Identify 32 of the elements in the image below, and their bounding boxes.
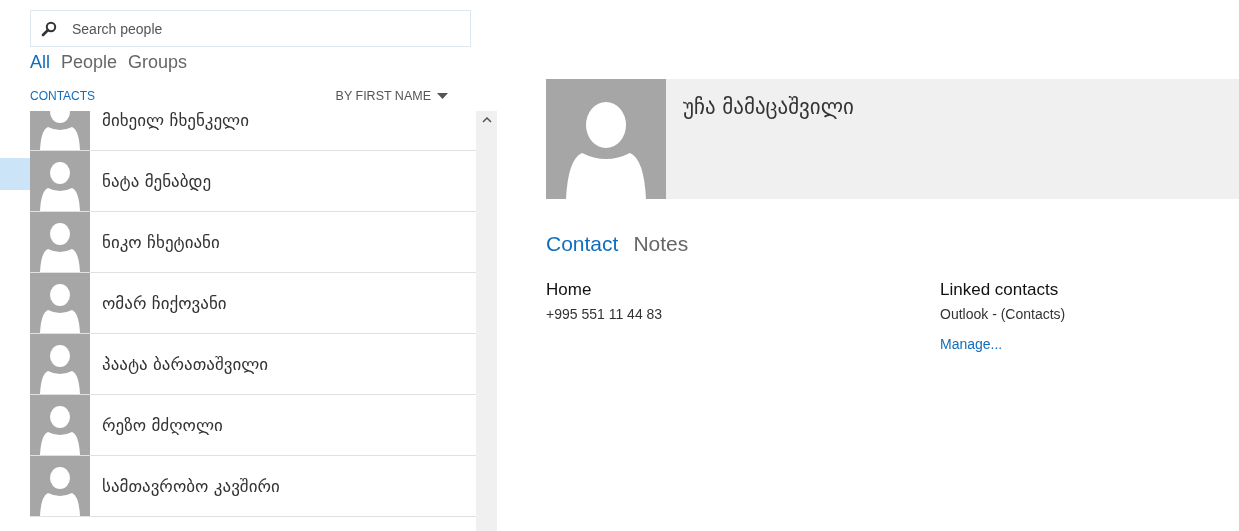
filter-tab[interactable]: All [30, 52, 50, 76]
contact-item[interactable]: ნიკო ჩხეტიანი [30, 212, 476, 273]
scrollbar[interactable] [476, 111, 497, 531]
sort-dropdown[interactable]: BY FIRST NAME [335, 89, 448, 103]
avatar-icon [30, 212, 90, 272]
avatar-icon [30, 456, 90, 516]
manage-link[interactable]: Manage... [940, 336, 1003, 352]
search-icon [41, 21, 57, 37]
avatar-icon [30, 395, 90, 455]
phone-number: +995 551 11 44 83 [546, 306, 663, 322]
contact-item[interactable]: ომარ ჩიქოვანი [30, 273, 476, 334]
avatar-icon [30, 334, 90, 394]
contact-item[interactable]: ნატა მენაბდე [30, 151, 476, 212]
search-field[interactable]: Search people [30, 10, 471, 47]
field-label: Home [546, 280, 592, 300]
contacts-heading: CONTACTS [30, 89, 96, 103]
filter-tab[interactable]: Groups [128, 52, 188, 76]
detail-tab[interactable]: Notes [633, 232, 689, 256]
avatar-icon [546, 79, 666, 199]
contact-item[interactable]: მიხეილ ჩხენკელი [30, 111, 476, 151]
contact-item[interactable]: პაატა ბარათაშვილი [30, 334, 476, 395]
detail-tab[interactable]: Contact [546, 232, 619, 256]
contact-item[interactable]: რეზო მძღოლი [30, 395, 476, 456]
caret-icon [437, 93, 448, 99]
field-label: Linked contacts [940, 280, 1059, 300]
linked-source: Outlook - (Contacts) [940, 306, 1066, 322]
filter-tab[interactable]: People [61, 52, 118, 76]
contact-name: უჩა მამაცაშვილი [683, 95, 854, 121]
nav-highlight [0, 158, 30, 190]
contact-item[interactable]: სამთავრობო კავშირი [30, 456, 476, 517]
up-caret-icon [481, 117, 492, 123]
avatar-icon [30, 273, 90, 333]
